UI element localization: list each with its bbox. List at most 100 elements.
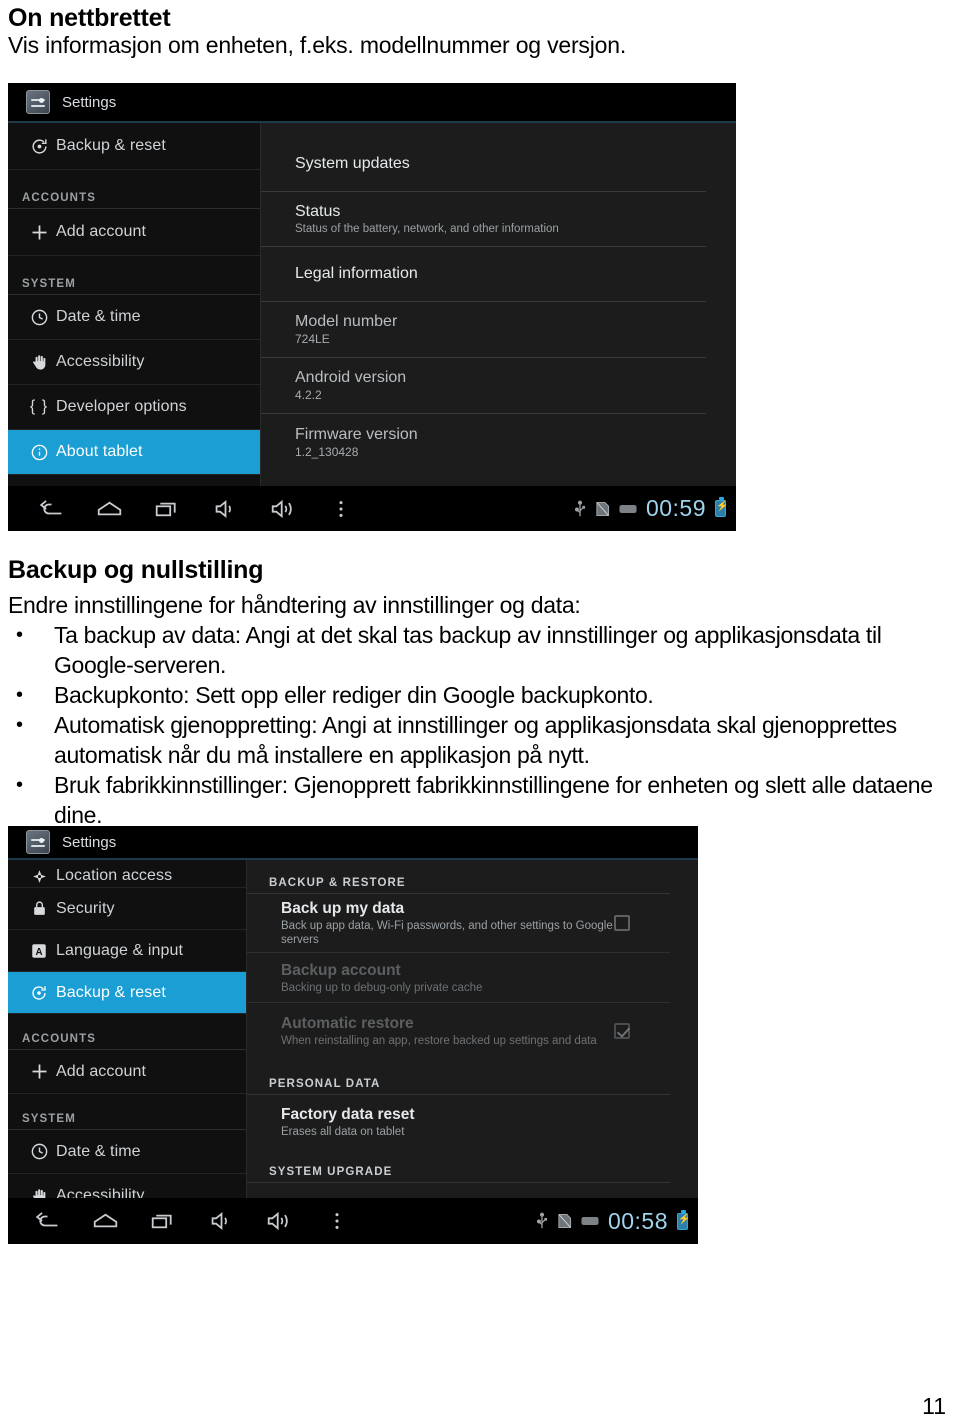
hand-accessibility-icon xyxy=(22,353,56,372)
sidebar-item-date-time[interactable]: Date & time xyxy=(8,1130,246,1174)
sidebar-header-label: SYSTEM xyxy=(22,278,76,290)
detail-row-subtitle: Erases all data on tablet xyxy=(281,1126,405,1138)
system-bar-buttons xyxy=(8,1198,366,1244)
detail-row-automatic-restore: Automatic restore When reinstalling an a… xyxy=(247,1003,670,1059)
action-bar-title: Settings xyxy=(62,93,117,111)
sidebar-item-add-account[interactable]: Add account xyxy=(8,209,260,256)
detail-group-header-label: BACKUP & RESTORE xyxy=(269,877,406,889)
bullet-marker: • xyxy=(16,774,23,796)
sidebar-header-label: SYSTEM xyxy=(22,1113,76,1125)
detail-group-header-backup-restore: BACKUP & RESTORE xyxy=(247,860,670,894)
detail-row-value: 1.2_130428 xyxy=(295,444,359,459)
settings-sidebar: Location access Security A Language & in… xyxy=(8,860,246,1204)
backup-reset-detail: BACKUP & RESTORE Back up my data Back up… xyxy=(246,860,698,1198)
automatic-restore-checkbox xyxy=(614,1023,630,1039)
sidebar-item-add-account[interactable]: Add account xyxy=(8,1050,246,1094)
list-item: • Automatisk gjenoppretting: Angi at inn… xyxy=(8,710,952,770)
sidebar-item-label: Language & input xyxy=(56,941,184,959)
sidebar-item-label: Date & time xyxy=(56,308,141,325)
volume-up-icon[interactable] xyxy=(254,486,312,531)
location-icon xyxy=(22,868,56,885)
sdcard-icon xyxy=(557,1213,572,1229)
sidebar-item-label: Backup & reset xyxy=(56,983,166,1001)
sidebar-header-label: ACCOUNTS xyxy=(22,1033,96,1045)
recents-icon[interactable] xyxy=(138,486,196,531)
detail-row-value: 4.2.2 xyxy=(295,388,322,402)
sidebar-item-label: Accessibility xyxy=(56,353,145,370)
detail-row-factory-data-reset[interactable]: Factory data reset Erases all data on ta… xyxy=(247,1095,670,1149)
keyboard-icon xyxy=(619,503,637,515)
recents-icon[interactable] xyxy=(134,1198,192,1244)
sidebar-item-security[interactable]: Security xyxy=(8,888,246,930)
home-icon[interactable] xyxy=(80,486,138,531)
page-title: On nettbrettet xyxy=(8,4,171,32)
volume-down-icon[interactable] xyxy=(192,1198,250,1244)
volume-up-icon[interactable] xyxy=(250,1198,308,1244)
system-bar-status: 00:58 xyxy=(536,1198,698,1244)
sidebar-item-label: Add account xyxy=(56,1062,147,1080)
back-icon[interactable] xyxy=(18,1198,76,1244)
detail-row-backup-account: Backup account Backing up to debug-only … xyxy=(247,953,670,1003)
sidebar-header-label: ACCOUNTS xyxy=(22,192,96,204)
overflow-menu-icon[interactable] xyxy=(308,1198,366,1244)
detail-row-title: Automatic restore xyxy=(281,1015,414,1032)
overflow-menu-icon[interactable] xyxy=(312,486,370,531)
bullet-marker: • xyxy=(16,684,23,706)
info-circle-icon xyxy=(22,443,56,462)
sidebar-item-location-access[interactable]: Location access xyxy=(8,860,246,888)
detail-row-legal-information[interactable]: Legal information xyxy=(261,247,706,302)
sidebar-item-label: About tablet xyxy=(56,443,143,460)
page-number: 11 xyxy=(922,1393,946,1419)
list-item-text: Backupkonto: Sett opp eller rediger din … xyxy=(54,682,654,708)
sidebar-item-backup-reset[interactable]: Backup & reset xyxy=(8,972,246,1014)
sidebar-item-date-time[interactable]: Date & time xyxy=(8,295,260,340)
settings-app-icon xyxy=(26,830,50,854)
detail-row-status[interactable]: Status Status of the battery, network, a… xyxy=(261,192,706,247)
sidebar-header-system: SYSTEM xyxy=(8,1094,246,1130)
sidebar-item-accessibility[interactable]: Accessibility xyxy=(8,340,260,385)
list-item: • Bruk fabrikkinnstillinger: Gjenopprett… xyxy=(8,770,952,830)
detail-row-system-updates[interactable]: System updates xyxy=(261,137,706,192)
plus-icon xyxy=(22,1061,56,1082)
keyboard-icon xyxy=(581,1215,599,1227)
status-clock: 00:58 xyxy=(607,1207,668,1234)
sidebar-item-language-input[interactable]: A Language & input xyxy=(8,930,246,972)
home-icon[interactable] xyxy=(76,1198,134,1244)
detail-row-title: Android version xyxy=(295,369,407,386)
status-clock: 00:59 xyxy=(645,495,706,521)
list-item: • Backupkonto: Sett opp eller rediger di… xyxy=(8,680,952,710)
document-page: On nettbrettet Vis informasjon om enhete… xyxy=(0,0,960,1426)
svg-text:A: A xyxy=(35,947,42,958)
sidebar-item-label: Security xyxy=(56,899,115,917)
bullet-list: • Ta backup av data: Angi at det skal ta… xyxy=(8,620,952,830)
sidebar-header-accounts: ACCOUNTS xyxy=(8,1014,246,1050)
android-action-bar: Settings xyxy=(8,83,736,123)
sidebar-item-about-tablet[interactable]: About tablet xyxy=(8,430,260,475)
sidebar-item-label: Developer options xyxy=(56,398,187,415)
sidebar-item-label: Date & time xyxy=(56,1142,141,1160)
sidebar-item-label: Location access xyxy=(56,867,173,884)
usb-icon xyxy=(536,1212,548,1230)
detail-group-header-system-upgrade: SYSTEM UPGRADE xyxy=(247,1149,670,1183)
clock-icon xyxy=(22,308,56,327)
section-heading: Backup og nullstilling xyxy=(8,556,264,584)
detail-group-header-label: SYSTEM UPGRADE xyxy=(269,1166,393,1178)
detail-row-back-up-my-data[interactable]: Back up my data Back up app data, Wi-Fi … xyxy=(247,894,670,953)
plus-icon xyxy=(22,222,56,243)
battery-charging-icon xyxy=(715,497,726,517)
sidebar-item-label: Backup & reset xyxy=(56,137,166,154)
back-icon[interactable] xyxy=(22,486,80,531)
lock-icon xyxy=(22,900,56,917)
bullet-marker: • xyxy=(16,714,23,736)
android-system-bar: 00:59 xyxy=(8,486,736,531)
detail-row-title: Status xyxy=(295,203,341,220)
sidebar-item-developer-options[interactable]: { } Developer options xyxy=(8,385,260,430)
backup-my-data-checkbox[interactable] xyxy=(614,915,630,931)
volume-down-icon[interactable] xyxy=(196,486,254,531)
list-item-text: Bruk fabrikkinnstillinger: Gjenopprett f… xyxy=(54,772,933,828)
detail-row-subtitle: Status of the battery, network, and othe… xyxy=(295,223,559,235)
detail-row-value: 724LE xyxy=(295,332,330,346)
sidebar-item-backup-reset[interactable]: Backup & reset xyxy=(8,123,260,170)
detail-group-header-personal-data: PERSONAL DATA xyxy=(247,1059,670,1095)
usb-icon xyxy=(574,500,586,518)
